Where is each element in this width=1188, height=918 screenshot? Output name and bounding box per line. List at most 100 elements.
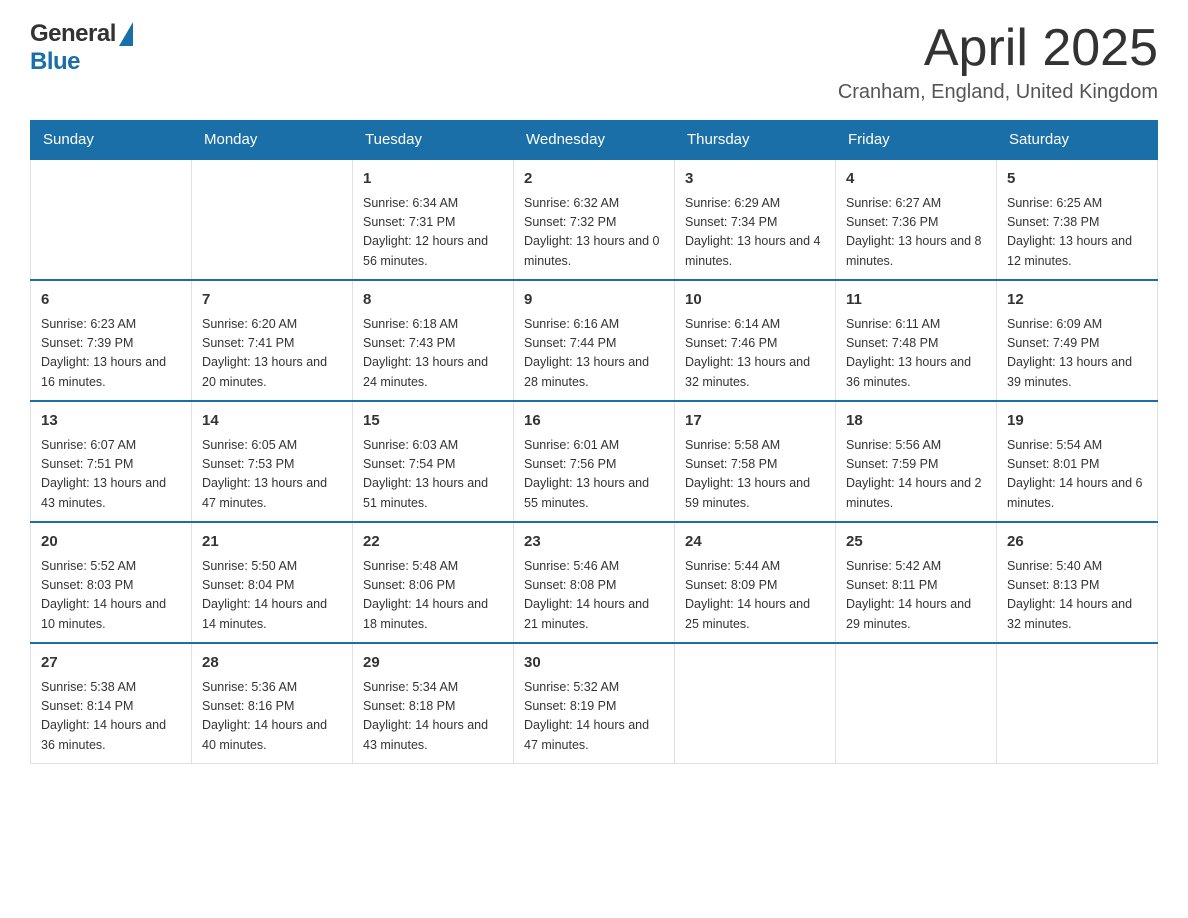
- calendar-cell: 16 Sunrise: 6:01 AMSunset: 7:56 PMDayligh…: [514, 401, 675, 522]
- day-info: Sunrise: 5:32 AMSunset: 8:19 PMDaylight:…: [524, 678, 664, 756]
- day-number: 20: [41, 531, 181, 554]
- calendar-cell: [836, 643, 997, 764]
- day-info: Sunrise: 5:46 AMSunset: 8:08 PMDaylight:…: [524, 557, 664, 635]
- calendar-cell: 5 Sunrise: 6:25 AMSunset: 7:38 PMDaylight…: [997, 159, 1158, 280]
- calendar-cell: 28 Sunrise: 5:36 AMSunset: 8:16 PMDayligh…: [192, 643, 353, 764]
- calendar-week-row: 6Sunrise: 6:23 AMSunset: 7:39 PMDaylight…: [31, 280, 1158, 401]
- day-info: Sunrise: 5:42 AMSunset: 8:11 PMDaylight:…: [846, 557, 986, 635]
- day-number: 30: [524, 652, 664, 675]
- day-header-tuesday: Tuesday: [353, 121, 514, 160]
- day-info: Sunrise: 5:56 AMSunset: 7:59 PMDaylight:…: [846, 436, 986, 514]
- calendar-cell: 27Sunrise: 5:38 AMSunset: 8:14 PMDayligh…: [31, 643, 192, 764]
- day-info: Sunrise: 5:40 AMSunset: 8:13 PMDaylight:…: [1007, 557, 1147, 635]
- calendar-cell: 10Sunrise: 6:14 AMSunset: 7:46 PMDayligh…: [675, 280, 836, 401]
- day-info: Sunrise: 5:44 AMSunset: 8:09 PMDaylight:…: [685, 557, 825, 635]
- calendar-cell: 15 Sunrise: 6:03 AMSunset: 7:54 PMDayligh…: [353, 401, 514, 522]
- day-info: Sunrise: 6:25 AMSunset: 7:38 PMDaylight:…: [1007, 194, 1147, 272]
- calendar-cell: 4Sunrise: 6:27 AMSunset: 7:36 PMDaylight…: [836, 159, 997, 280]
- calendar-cell: 24 Sunrise: 5:44 AMSunset: 8:09 PMDayligh…: [675, 522, 836, 643]
- day-number: 21: [202, 531, 342, 554]
- day-info: Sunrise: 6:11 AMSunset: 7:48 PMDaylight:…: [846, 315, 986, 393]
- day-header-friday: Friday: [836, 121, 997, 160]
- day-number: 7: [202, 289, 342, 312]
- day-number: 16: [524, 410, 664, 433]
- day-info: Sunrise: 6:23 AMSunset: 7:39 PMDaylight:…: [41, 315, 181, 393]
- calendar-cell: 8Sunrise: 6:18 AMSunset: 7:43 PMDaylight…: [353, 280, 514, 401]
- calendar-header-row: SundayMondayTuesdayWednesdayThursdayFrid…: [31, 121, 1158, 160]
- day-number: 22: [363, 531, 503, 554]
- day-number: 1: [363, 168, 503, 191]
- day-info: Sunrise: 6:09 AMSunset: 7:49 PMDaylight:…: [1007, 315, 1147, 393]
- day-number: 19: [1007, 410, 1147, 433]
- calendar-cell: [31, 159, 192, 280]
- day-number: 25: [846, 531, 986, 554]
- calendar-cell: 21 Sunrise: 5:50 AMSunset: 8:04 PMDayligh…: [192, 522, 353, 643]
- logo-triangle-icon: [119, 22, 133, 46]
- day-info: Sunrise: 5:52 AMSunset: 8:03 PMDaylight:…: [41, 557, 181, 635]
- calendar-cell: 3 Sunrise: 6:29 AMSunset: 7:34 PMDaylight…: [675, 159, 836, 280]
- day-info: Sunrise: 5:38 AMSunset: 8:14 PMDaylight:…: [41, 678, 181, 756]
- day-info: Sunrise: 5:58 AMSunset: 7:58 PMDaylight:…: [685, 436, 825, 514]
- calendar-cell: 9Sunrise: 6:16 AMSunset: 7:44 PMDaylight…: [514, 280, 675, 401]
- calendar-cell: 19 Sunrise: 5:54 AMSunset: 8:01 PMDayligh…: [997, 401, 1158, 522]
- day-number: 24: [685, 531, 825, 554]
- calendar-cell: 13Sunrise: 6:07 AMSunset: 7:51 PMDayligh…: [31, 401, 192, 522]
- day-info: Sunrise: 6:01 AMSunset: 7:56 PMDaylight:…: [524, 436, 664, 514]
- calendar-cell: 30 Sunrise: 5:32 AMSunset: 8:19 PMDayligh…: [514, 643, 675, 764]
- day-number: 23: [524, 531, 664, 554]
- day-number: 5: [1007, 168, 1147, 191]
- calendar-week-row: 27Sunrise: 5:38 AMSunset: 8:14 PMDayligh…: [31, 643, 1158, 764]
- month-year-title: April 2025: [838, 20, 1158, 77]
- logo: General Blue: [30, 20, 133, 76]
- day-number: 17: [685, 410, 825, 433]
- calendar-cell: [997, 643, 1158, 764]
- day-number: 2: [524, 168, 664, 191]
- day-header-monday: Monday: [192, 121, 353, 160]
- day-info: Sunrise: 5:36 AMSunset: 8:16 PMDaylight:…: [202, 678, 342, 756]
- calendar-cell: 2 Sunrise: 6:32 AMSunset: 7:32 PMDaylight…: [514, 159, 675, 280]
- day-number: 12: [1007, 289, 1147, 312]
- day-number: 15: [363, 410, 503, 433]
- calendar-cell: 14Sunrise: 6:05 AMSunset: 7:53 PMDayligh…: [192, 401, 353, 522]
- day-header-wednesday: Wednesday: [514, 121, 675, 160]
- day-info: Sunrise: 6:27 AMSunset: 7:36 PMDaylight:…: [846, 194, 986, 272]
- day-info: Sunrise: 5:54 AMSunset: 8:01 PMDaylight:…: [1007, 436, 1147, 514]
- day-number: 13: [41, 410, 181, 433]
- day-info: Sunrise: 6:32 AMSunset: 7:32 PMDaylight:…: [524, 194, 664, 272]
- day-info: Sunrise: 6:14 AMSunset: 7:46 PMDaylight:…: [685, 315, 825, 393]
- calendar-cell: 26 Sunrise: 5:40 AMSunset: 8:13 PMDayligh…: [997, 522, 1158, 643]
- day-info: Sunrise: 5:50 AMSunset: 8:04 PMDaylight:…: [202, 557, 342, 635]
- day-info: Sunrise: 6:20 AMSunset: 7:41 PMDaylight:…: [202, 315, 342, 393]
- logo-general-text: General: [30, 20, 116, 48]
- day-number: 28: [202, 652, 342, 675]
- calendar-cell: 25 Sunrise: 5:42 AMSunset: 8:11 PMDayligh…: [836, 522, 997, 643]
- title-section: April 2025 Cranham, England, United King…: [838, 20, 1158, 104]
- calendar-cell: [675, 643, 836, 764]
- day-number: 26: [1007, 531, 1147, 554]
- day-info: Sunrise: 5:34 AMSunset: 8:18 PMDaylight:…: [363, 678, 503, 756]
- day-info: Sunrise: 6:34 AMSunset: 7:31 PMDaylight:…: [363, 194, 503, 272]
- location-text: Cranham, England, United Kingdom: [838, 81, 1158, 104]
- day-info: Sunrise: 6:03 AMSunset: 7:54 PMDaylight:…: [363, 436, 503, 514]
- day-header-thursday: Thursday: [675, 121, 836, 160]
- calendar-cell: 22 Sunrise: 5:48 AMSunset: 8:06 PMDayligh…: [353, 522, 514, 643]
- calendar-cell: 29 Sunrise: 5:34 AMSunset: 8:18 PMDayligh…: [353, 643, 514, 764]
- calendar-week-row: 1 Sunrise: 6:34 AMSunset: 7:31 PMDaylight…: [31, 159, 1158, 280]
- day-number: 3: [685, 168, 825, 191]
- day-number: 18: [846, 410, 986, 433]
- calendar-week-row: 13Sunrise: 6:07 AMSunset: 7:51 PMDayligh…: [31, 401, 1158, 522]
- calendar-cell: [192, 159, 353, 280]
- day-number: 14: [202, 410, 342, 433]
- calendar-table: SundayMondayTuesdayWednesdayThursdayFrid…: [30, 120, 1158, 764]
- day-info: Sunrise: 6:29 AMSunset: 7:34 PMDaylight:…: [685, 194, 825, 272]
- calendar-cell: 11 Sunrise: 6:11 AMSunset: 7:48 PMDayligh…: [836, 280, 997, 401]
- day-info: Sunrise: 6:18 AMSunset: 7:43 PMDaylight:…: [363, 315, 503, 393]
- day-number: 29: [363, 652, 503, 675]
- logo-blue-text: Blue: [30, 48, 80, 75]
- day-header-saturday: Saturday: [997, 121, 1158, 160]
- calendar-cell: 18 Sunrise: 5:56 AMSunset: 7:59 PMDayligh…: [836, 401, 997, 522]
- day-info: Sunrise: 5:48 AMSunset: 8:06 PMDaylight:…: [363, 557, 503, 635]
- calendar-cell: 20 Sunrise: 5:52 AMSunset: 8:03 PMDayligh…: [31, 522, 192, 643]
- calendar-cell: 12 Sunrise: 6:09 AMSunset: 7:49 PMDayligh…: [997, 280, 1158, 401]
- day-number: 11: [846, 289, 986, 312]
